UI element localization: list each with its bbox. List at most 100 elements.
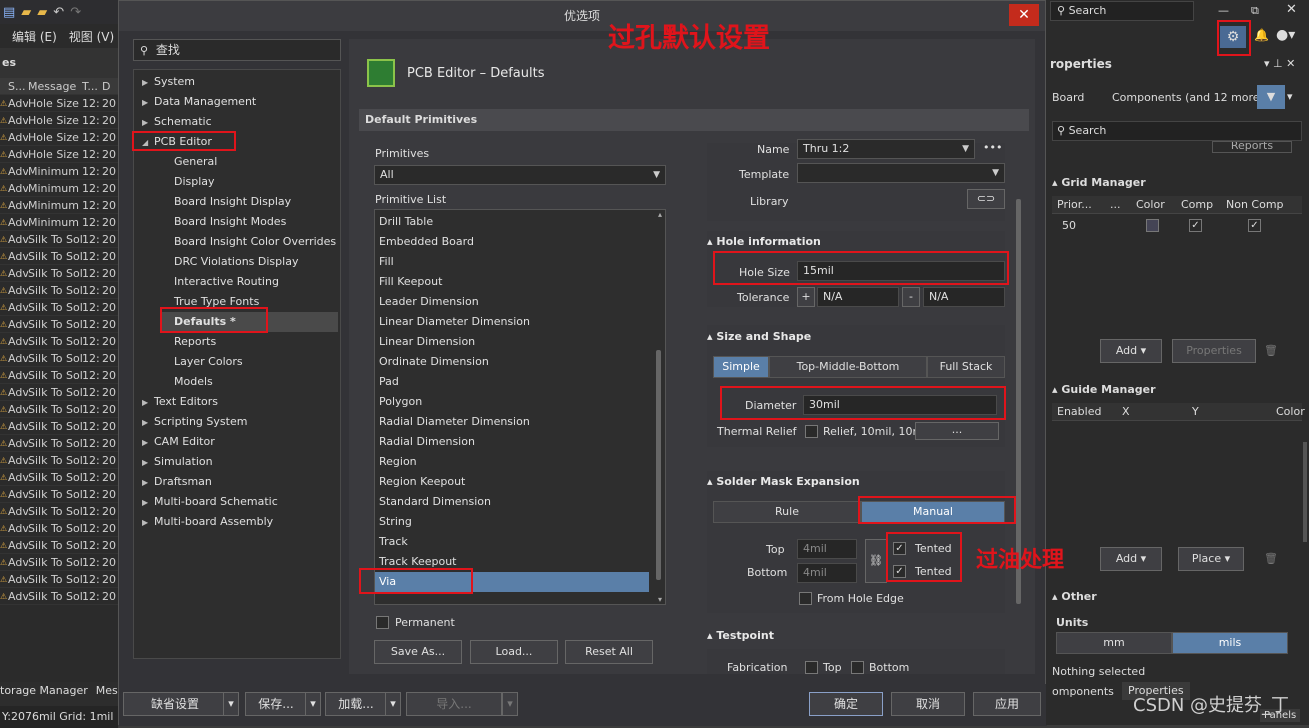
table-row[interactable]: ⚠ Adv Silk To Sol 12: 20 [0, 248, 118, 265]
expanded-arrow-icon[interactable]: ◢ [142, 133, 154, 153]
table-row[interactable]: ⚠ Adv Silk To Sol 12: 20 [0, 384, 118, 401]
tolerance-minus[interactable]: - [902, 287, 920, 307]
undo-icon[interactable]: ↶ [53, 5, 64, 20]
expand-arrow-icon[interactable]: ▶ [142, 393, 154, 413]
expand-arrow-icon[interactable]: ▶ [142, 473, 154, 493]
menu-view[interactable]: 视图 (V) [69, 28, 114, 45]
primitive-list-item[interactable]: Region Keepout [379, 472, 465, 492]
import-button[interactable]: 导入... [406, 692, 502, 716]
tree-item[interactable]: ▶ Draftsman [142, 472, 338, 492]
list-scrollbar[interactable] [656, 350, 661, 580]
components-filter[interactable]: Components (and 12 more) [1112, 91, 1264, 104]
name-more-button[interactable]: ••• [983, 141, 1002, 154]
tree-item[interactable]: ▶ Scripting System [142, 412, 338, 432]
expand-arrow-icon[interactable]: ▶ [142, 493, 154, 513]
diameter-field[interactable]: 30mil [803, 395, 997, 415]
table-row[interactable]: ⚠ Adv Silk To Sol 12: 20 [0, 452, 118, 469]
tree-item[interactable]: Reports [162, 332, 338, 352]
table-row[interactable]: ⚠ Adv Minimum 12: 20 [0, 197, 118, 214]
guide-place-button[interactable]: Place ▾ [1178, 547, 1244, 571]
import-dropdown[interactable]: ▾ [502, 692, 518, 716]
global-search-input[interactable]: ⚲ Search [1050, 1, 1194, 21]
table-row[interactable]: ⚠ Adv Silk To Sol 12: 20 [0, 367, 118, 384]
primitive-list-item[interactable]: Linear Diameter Dimension [379, 312, 530, 332]
primitive-list-item[interactable]: Track [379, 532, 408, 552]
name-select[interactable]: Thru 1:2 ▼ [797, 139, 975, 159]
expand-arrow-icon[interactable]: ▶ [142, 93, 154, 113]
primitive-list-item[interactable]: Leader Dimension [379, 292, 479, 312]
primitive-list-item[interactable]: Track Keepout [379, 552, 456, 572]
open-folder-icon[interactable]: ▰ [21, 5, 31, 20]
tree-item[interactable]: ◢ PCB Editor [142, 132, 338, 152]
primitive-list-item[interactable]: Drill Table [379, 212, 433, 232]
link-library-button[interactable]: ⊂⊃ [967, 189, 1005, 209]
tab-full-stack[interactable]: Full Stack [927, 356, 1005, 378]
table-row[interactable]: ⚠ Adv Silk To Sol 12: 20 [0, 333, 118, 350]
table-row[interactable]: ⚠ Adv Silk To Sol 12: 20 [0, 435, 118, 452]
tp-top-checkbox[interactable] [805, 661, 818, 674]
menu-edit[interactable]: 编辑 (E) [12, 28, 57, 45]
expand-arrow-icon[interactable]: ▶ [142, 113, 154, 133]
primitive-list-item[interactable]: Pad [379, 372, 399, 392]
table-row[interactable]: ⚠ Adv Silk To Sol 12: 20 [0, 316, 118, 333]
thermal-relief-more[interactable]: ... [915, 422, 999, 440]
tree-item[interactable]: ▶ Text Editors [142, 392, 338, 412]
tree-item[interactable]: Board Insight Color Overrides [162, 232, 338, 252]
table-row[interactable]: ⚠ Adv Hole Size (12: 20 [0, 129, 118, 146]
tolerance-minus-field[interactable]: N/A [923, 287, 1005, 307]
tree-item[interactable]: ▶ Simulation [142, 452, 338, 472]
tree-item[interactable]: Defaults * [162, 312, 338, 332]
col-d[interactable]: D [102, 80, 116, 93]
guide-delete-icon[interactable]: 🗑 [1264, 552, 1278, 565]
tree-item[interactable]: DRC Violations Display [162, 252, 338, 272]
tree-item[interactable]: Board Insight Modes [162, 212, 338, 232]
panel-pin-icons[interactable]: ▾ ⊥ ✕ [1264, 57, 1295, 70]
reports-button[interactable]: Reports [1212, 141, 1292, 153]
primitive-list-item[interactable]: Embedded Board [379, 232, 474, 252]
scroll-up-icon[interactable]: ▴ [658, 210, 662, 219]
tolerance-plus-field[interactable]: N/A [817, 287, 899, 307]
table-row[interactable]: ⚠ Adv Hole Size (12: 20 [0, 95, 118, 112]
primitive-list-item[interactable]: Fill [379, 252, 394, 272]
tab-simple[interactable]: Simple [713, 356, 769, 378]
primitive-list-item[interactable]: Fill Keepout [379, 272, 442, 292]
tab-manual[interactable]: Manual [861, 501, 1005, 523]
restore-icon[interactable]: ⧉ [1251, 4, 1259, 18]
grid-noncomp-checkbox[interactable]: ✓ [1248, 219, 1261, 232]
units-mils[interactable]: mils [1172, 632, 1288, 654]
table-row[interactable]: ⚠ Adv Minimum 12: 20 [0, 180, 118, 197]
apply-button[interactable]: 应用 [973, 692, 1041, 716]
tree-item[interactable]: General [162, 152, 338, 172]
save-as-button[interactable]: Save As... [374, 640, 462, 664]
col-s[interactable]: S... [8, 80, 28, 93]
table-row[interactable]: ⚠ Adv Silk To Sol 12: 20 [0, 520, 118, 537]
save-dropdown[interactable]: ▾ [305, 692, 321, 716]
table-row[interactable]: ⚠ Adv Minimum 12: 20 [0, 214, 118, 231]
table-row[interactable]: ⚠ Adv Silk To Sol 12: 20 [0, 588, 118, 605]
table-row[interactable]: ⚠ Adv Silk To Sol 12: 20 [0, 554, 118, 571]
grid-comp-checkbox[interactable]: ✓ [1189, 219, 1202, 232]
units-mm[interactable]: mm [1056, 632, 1172, 654]
cancel-button[interactable]: 取消 [891, 692, 965, 716]
table-row[interactable]: ⚠ Adv Hole Size (12: 20 [0, 112, 118, 129]
grid-delete-icon[interactable]: 🗑 [1264, 344, 1278, 357]
tab-components[interactable]: omponents [1052, 685, 1114, 698]
table-row[interactable]: ⚠ Adv Silk To Sol 12: 20 [0, 418, 118, 435]
tree-item[interactable]: ▶ System [142, 72, 338, 92]
template-select[interactable]: ▼ [797, 163, 1005, 183]
default-settings-button[interactable]: 缺省设置 [123, 692, 227, 716]
gear-icon[interactable]: ⚙ [1220, 26, 1246, 48]
bottom-field[interactable]: 4mil [797, 563, 857, 583]
expand-arrow-icon[interactable]: ▶ [142, 513, 154, 533]
primitive-list-item[interactable]: Polygon [379, 392, 422, 412]
load-dropdown[interactable]: ▾ [385, 692, 401, 716]
thermal-relief-checkbox[interactable] [805, 425, 818, 438]
primitive-list-item[interactable]: Region [379, 452, 417, 472]
load-button[interactable]: Load... [470, 640, 558, 664]
grid-properties-button[interactable]: Properties [1172, 339, 1256, 363]
tree-item[interactable]: Board Insight Display [162, 192, 338, 212]
tab-storage-manager[interactable]: torage Manager [0, 682, 88, 700]
scroll-down-icon[interactable]: ▾ [658, 595, 662, 604]
tab-top-middle-bottom[interactable]: Top-Middle-Bottom [769, 356, 927, 378]
expand-arrow-icon[interactable]: ▶ [142, 453, 154, 473]
